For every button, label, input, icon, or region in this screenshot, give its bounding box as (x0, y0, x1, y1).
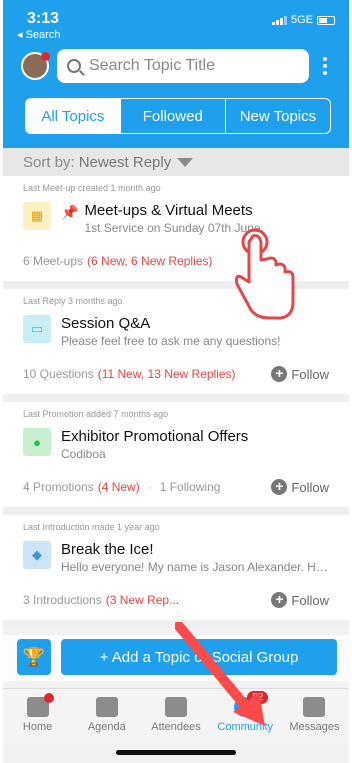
follow-button[interactable]: + Follow (271, 479, 329, 495)
status-bar: 3:13 ◂ Search 5GE (3, 0, 349, 41)
tab-followed[interactable]: Followed (121, 99, 226, 133)
topic-subtitle: 1st Service on Sunday 07th June. (84, 221, 264, 235)
messages-icon (303, 697, 326, 717)
topic-title: Exhibitor Promotional Offers (61, 428, 249, 445)
tab-attendees[interactable]: Attendees (141, 689, 210, 744)
search-icon (67, 59, 81, 73)
topic-subtitle: Please feel free to ask me any questions… (61, 334, 281, 348)
notification-dot (43, 693, 54, 703)
plus-icon: + (271, 592, 288, 608)
topic-card-exhibitor-offers[interactable]: Last Promotion added 7 months ago ● Exhi… (3, 402, 349, 515)
carrier-label: 5GE (290, 14, 313, 26)
topic-card-meetups[interactable]: Last Meet-up created 1 month ago ▦ 📌 Mee… (3, 176, 349, 289)
sort-dropdown[interactable]: Sort by: Newest Reply (3, 148, 349, 176)
action-bar: 🏆 + Add a Topic or Social Group (3, 635, 349, 681)
plus-icon: + (271, 479, 288, 495)
topic-count: 4 Promotions (23, 480, 94, 494)
follow-label: Follow (291, 366, 329, 382)
topic-title: Break the Ice! (61, 541, 154, 558)
tab-label: Community (217, 721, 274, 733)
plus-icon: + (271, 366, 288, 382)
topic-subtitle: Hello everyone! My name is Jason Alexand… (61, 560, 329, 574)
calendar-icon: ▦ (23, 202, 51, 230)
topic-new-count: (3 New Rep... (105, 593, 180, 607)
ice-icon: ◆ (23, 541, 51, 569)
topic-meta: Last Meet-up created 1 month ago (23, 183, 161, 193)
topic-meta: Last Introduction made 1 year ago (23, 522, 160, 532)
header: 3:13 ◂ Search 5GE All Topics Followed Ne… (3, 0, 349, 148)
sort-value: Newest Reply (78, 153, 172, 171)
topic-meta: Last Promotion added 7 months ago (23, 409, 169, 419)
pin-icon: 📌 (61, 204, 79, 220)
topic-count: 10 Questions (23, 367, 94, 381)
avatar[interactable] (21, 52, 50, 80)
bottom-tab-bar: Home Agenda Attendees 82 Community Messa… (3, 688, 349, 744)
follow-button[interactable]: + Follow (271, 592, 329, 608)
back-to-search-link[interactable]: ◂ Search (17, 28, 60, 41)
topic-count: 6 Meet-ups (23, 254, 84, 268)
tab-all-topics[interactable]: All Topics (26, 99, 121, 133)
tab-label: Home (22, 721, 53, 733)
search-box[interactable] (57, 49, 309, 83)
topic-new-count: (6 New, 6 New Replies) (87, 254, 213, 268)
notification-dot (41, 52, 50, 61)
topic-subtitle: Codiboa (61, 447, 106, 461)
topic-tabs: All Topics Followed New Topics (25, 98, 331, 134)
promo-icon: ● (23, 428, 51, 456)
topic-card-break-the-ice[interactable]: Last Introduction made 1 year ago ◆ Brea… (3, 515, 349, 628)
topic-meta: Last Reply 3 months ago (23, 296, 123, 306)
tab-label: Messages (289, 721, 340, 733)
tab-label: Attendees (151, 721, 201, 733)
follow-label: Follow (291, 592, 329, 608)
status-indicators: 5GE (271, 14, 335, 26)
chevron-down-icon (177, 157, 194, 167)
separator: · (147, 480, 152, 494)
search-input[interactable] (89, 57, 289, 75)
tab-messages[interactable]: Messages (280, 689, 349, 744)
home-indicator (116, 750, 236, 755)
trophy-button[interactable]: 🏆 (17, 639, 51, 675)
attendees-icon (165, 697, 187, 717)
search-row (21, 48, 335, 84)
following-count: 1 Following (159, 480, 221, 494)
tab-label: Agenda (87, 721, 126, 733)
sort-prefix: Sort by: (23, 153, 75, 171)
battery-icon (317, 15, 335, 25)
status-time: 3:13 (27, 10, 60, 27)
topic-title: Meet-ups & Virtual Meets (84, 202, 253, 219)
tab-agenda[interactable]: Agenda (72, 689, 141, 744)
topic-title: Session Q&A (61, 315, 151, 332)
app-screen: 3:13 ◂ Search 5GE All Topics Followed Ne… (0, 0, 352, 763)
community-badge: 82 (247, 691, 269, 704)
trophy-icon: 🏆 (22, 646, 46, 667)
signal-icon (271, 15, 287, 25)
add-topic-button[interactable]: + Add a Topic or Social Group (61, 639, 337, 675)
topic-count: 3 Introductions (23, 593, 102, 607)
tab-community[interactable]: 82 Community (211, 689, 280, 744)
follow-label: Follow (291, 479, 329, 495)
tab-new-topics[interactable]: New Topics (226, 99, 330, 133)
chat-icon: ▭ (23, 315, 51, 343)
topic-new-count: (4 New) (97, 480, 140, 494)
tab-home[interactable]: Home (3, 689, 72, 744)
agenda-icon (95, 697, 118, 717)
topic-new-count: (11 New, 13 New Replies) (97, 367, 236, 381)
follow-button[interactable]: + Follow (271, 366, 329, 382)
topic-card-session-qa[interactable]: Last Reply 3 months ago ▭ Session Q&A Pl… (3, 289, 349, 402)
more-options-icon[interactable] (315, 57, 335, 75)
